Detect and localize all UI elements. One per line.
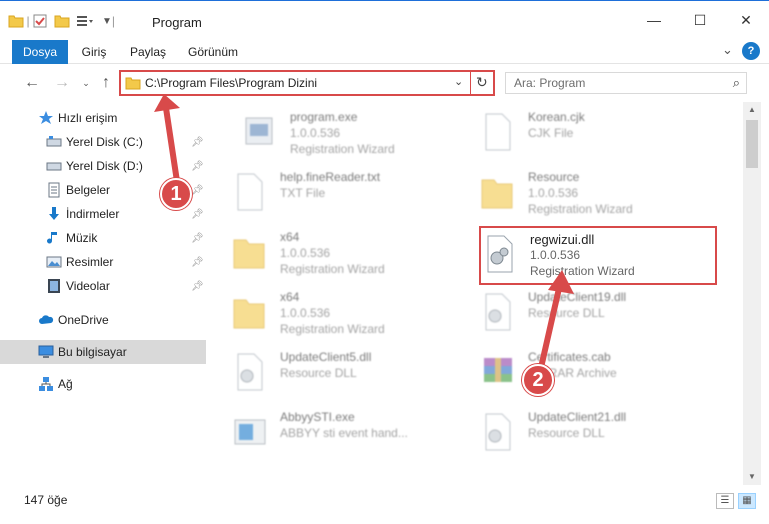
step-1-badge: 1 — [160, 178, 192, 210]
vertical-scrollbar[interactable]: ▲ ▼ — [743, 102, 761, 485]
status-bar: 147 öğe ☰ ▦ — [0, 485, 769, 524]
annotation-arrows — [154, 94, 574, 375]
arrow-2 — [537, 281, 563, 375]
scroll-up-icon[interactable]: ▲ — [743, 102, 761, 118]
item-count: 147 öğe — [24, 493, 68, 507]
scroll-down-icon[interactable]: ▼ — [743, 469, 761, 485]
scroll-thumb[interactable] — [746, 120, 758, 168]
arrow-1 — [163, 105, 181, 191]
tiles-view-icon[interactable]: ▦ — [738, 493, 756, 509]
details-view-icon[interactable]: ☰ — [716, 493, 734, 509]
arrow-1-head — [154, 94, 180, 112]
step-2-badge: 2 — [522, 364, 554, 396]
arrow-2-head — [548, 270, 574, 294]
